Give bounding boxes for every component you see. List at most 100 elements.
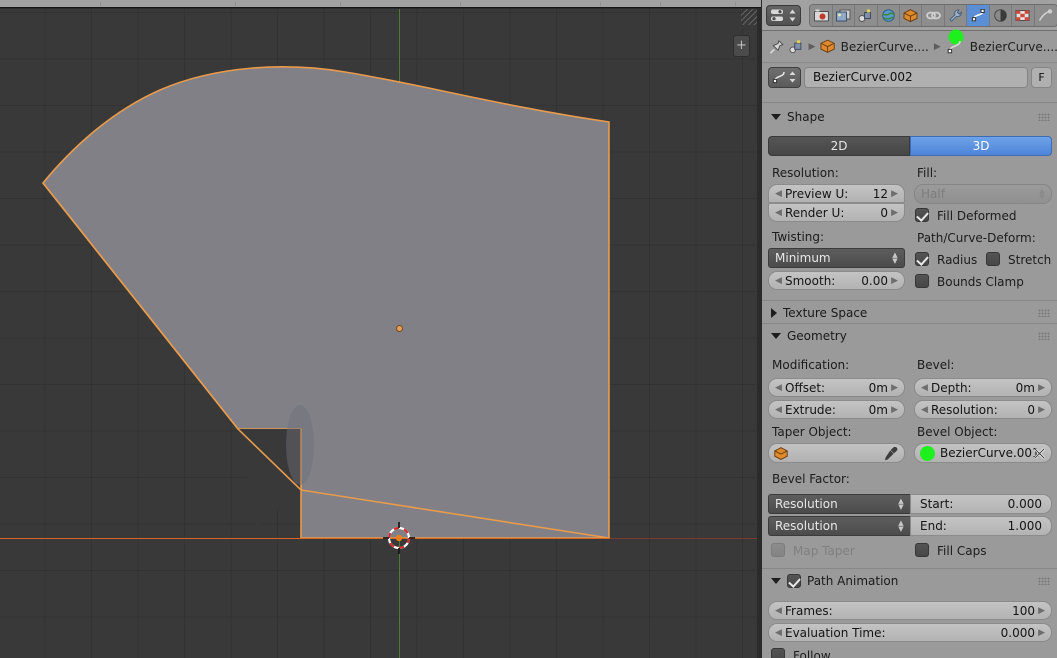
decrement-arrow-icon[interactable]: ◀ [775, 189, 782, 199]
bevel-factor-end-field[interactable]: End: 1.000 [910, 516, 1052, 536]
offset-field[interactable]: ◀ Offset: 0m ▶ [768, 378, 905, 397]
panel-grip-icon [1038, 332, 1050, 340]
decrement-arrow-icon[interactable]: ◀ [775, 405, 782, 415]
properties-header [762, 0, 1057, 31]
panel-header-path-animation[interactable]: Path Animation [762, 571, 1057, 591]
fill-caps-checkbox[interactable] [915, 543, 929, 557]
dimension-3d-button[interactable]: 3D [910, 136, 1052, 156]
chevron-updown-icon [789, 9, 796, 21]
smooth-field[interactable]: ◀ Smooth: 0.00 ▶ [768, 271, 905, 290]
increment-arrow-icon[interactable]: ▶ [891, 405, 898, 415]
decrement-arrow-icon[interactable]: ◀ [775, 606, 782, 616]
tab-particles[interactable] [1034, 4, 1057, 26]
increment-arrow-icon[interactable]: ▶ [1038, 383, 1045, 393]
dimension-2d-button[interactable]: 2D [768, 136, 910, 156]
frames-value: 100 [1012, 603, 1035, 618]
label-bevel-object: Bevel Object: [917, 425, 998, 439]
chevron-updown-icon: ▲ ▼ [898, 519, 904, 533]
map-taper-checkbox[interactable] [771, 543, 785, 557]
tab-render[interactable] [810, 4, 833, 26]
bevel-factor-start-mode-dropdown[interactable]: Resolution ▲ ▼ [768, 494, 910, 514]
cube-icon [774, 446, 788, 460]
bevel-depth-field[interactable]: ◀ Depth: 0m ▶ [914, 378, 1052, 397]
panel-header-texture-space[interactable]: Texture Space [762, 303, 1057, 323]
decrement-arrow-icon[interactable]: ◀ [775, 628, 782, 638]
increment-arrow-icon[interactable]: ▶ [891, 189, 898, 199]
bounds-clamp-checkbox[interactable] [915, 274, 929, 288]
frames-field[interactable]: ◀ Frames: 100 ▶ [768, 601, 1052, 620]
decrement-arrow-icon[interactable]: ◀ [775, 208, 782, 218]
tab-texture[interactable] [1012, 4, 1035, 26]
curve-object[interactable] [0, 9, 757, 658]
viewport-toolshelf-toggle[interactable]: + [733, 35, 750, 57]
bevel-factor-start-field[interactable]: Start: 0.000 [910, 494, 1052, 514]
breadcrumb-data-icon-wrap [946, 29, 965, 58]
increment-arrow-icon[interactable]: ▶ [1038, 628, 1045, 638]
3d-viewport[interactable]: + [0, 9, 757, 658]
extrude-field[interactable]: ◀ Extrude: 0m ▶ [768, 400, 905, 419]
tab-render-layers[interactable] [832, 4, 856, 26]
twisting-value: Minimum [775, 251, 831, 265]
fill-mode-dropdown[interactable]: Half ▲ ▼ [914, 184, 1052, 204]
fake-user-button[interactable]: F [1031, 66, 1052, 88]
breadcrumb-arrow-1: ▶ [808, 41, 816, 52]
tab-material[interactable] [989, 4, 1013, 26]
tab-scene[interactable] [855, 4, 878, 26]
tab-constraints[interactable] [922, 4, 945, 26]
path-animation-enable-checkbox[interactable] [787, 574, 801, 588]
decrement-arrow-icon[interactable]: ◀ [775, 276, 782, 286]
label-fill: Fill: [917, 166, 938, 180]
twisting-dropdown[interactable]: Minimum ▲ ▼ [768, 248, 905, 268]
increment-arrow-icon[interactable]: ▶ [891, 208, 898, 218]
decrement-arrow-icon[interactable]: ◀ [775, 383, 782, 393]
label-bevel-factor: Bevel Factor: [772, 472, 850, 486]
datablock-name-input[interactable]: BezierCurve.002 [804, 66, 1028, 88]
panel-title-geometry: Geometry [787, 329, 847, 343]
fill-deformed-checkbox[interactable] [915, 208, 929, 222]
bevel-resolution-field[interactable]: ◀ Resolution: 0 ▶ [914, 400, 1052, 419]
render-u-field[interactable]: ◀ Render U: 0 ▶ [768, 203, 905, 222]
panel-header-geometry[interactable]: Geometry [762, 326, 1057, 346]
evaluation-time-field[interactable]: ◀ Evaluation Time: 0.000 ▶ [768, 623, 1052, 642]
preview-u-field[interactable]: ◀ Preview U: 12 ▶ [768, 184, 905, 203]
follow-checkbox[interactable] [771, 648, 785, 658]
offset-value: 0m [868, 380, 888, 395]
radius-checkbox[interactable] [915, 252, 929, 266]
bevel-factor-end-mode-dropdown[interactable]: Resolution ▲ ▼ [768, 516, 910, 536]
increment-arrow-icon[interactable]: ▶ [891, 276, 898, 286]
bevel-object-field[interactable]: BezierCurve.001 [914, 443, 1052, 463]
breadcrumb-data-name[interactable]: BezierCurve.... [970, 40, 1057, 54]
smooth-value: 0.00 [861, 273, 888, 288]
cube-icon [903, 8, 918, 22]
scene-icon[interactable] [789, 39, 803, 54]
tab-object-data[interactable] [967, 4, 990, 26]
camera-icon [813, 9, 829, 21]
label-path-curve-deform: Path/Curve-Deform: [917, 231, 1036, 245]
breadcrumb-object-name[interactable]: BezierCurve.... [841, 40, 929, 54]
pin-icon[interactable] [769, 39, 784, 55]
decrement-arrow-icon[interactable]: ◀ [921, 405, 928, 415]
tab-object[interactable] [900, 4, 923, 26]
chevron-updown-icon: ▲ ▼ [892, 251, 898, 265]
images-icon [835, 9, 851, 21]
increment-arrow-icon[interactable]: ▶ [891, 383, 898, 393]
editor-type-selector[interactable] [766, 4, 802, 26]
increment-arrow-icon[interactable]: ▶ [1038, 405, 1045, 415]
panel-header-shape[interactable]: Shape [762, 107, 1057, 127]
scene-icon [858, 9, 872, 22]
cube-icon [820, 39, 836, 53]
viewport-corner-grip[interactable] [741, 9, 757, 25]
decrement-arrow-icon[interactable]: ◀ [921, 383, 928, 393]
bevel-factor-end-label: End: [920, 519, 947, 533]
render-u-label: Render U: [785, 205, 845, 220]
bevel-factor-start-value: 0.000 [1007, 497, 1042, 511]
increment-arrow-icon[interactable]: ▶ [1038, 606, 1045, 616]
id-block-type-icon[interactable] [768, 66, 801, 88]
close-x-icon[interactable] [1033, 447, 1046, 460]
object-origin-dot [396, 325, 403, 332]
stretch-checkbox[interactable] [986, 252, 1000, 266]
tab-world[interactable] [877, 4, 901, 26]
eyedropper-icon[interactable] [884, 446, 898, 461]
taper-object-field[interactable] [768, 443, 905, 463]
tab-modifiers[interactable] [944, 4, 968, 26]
